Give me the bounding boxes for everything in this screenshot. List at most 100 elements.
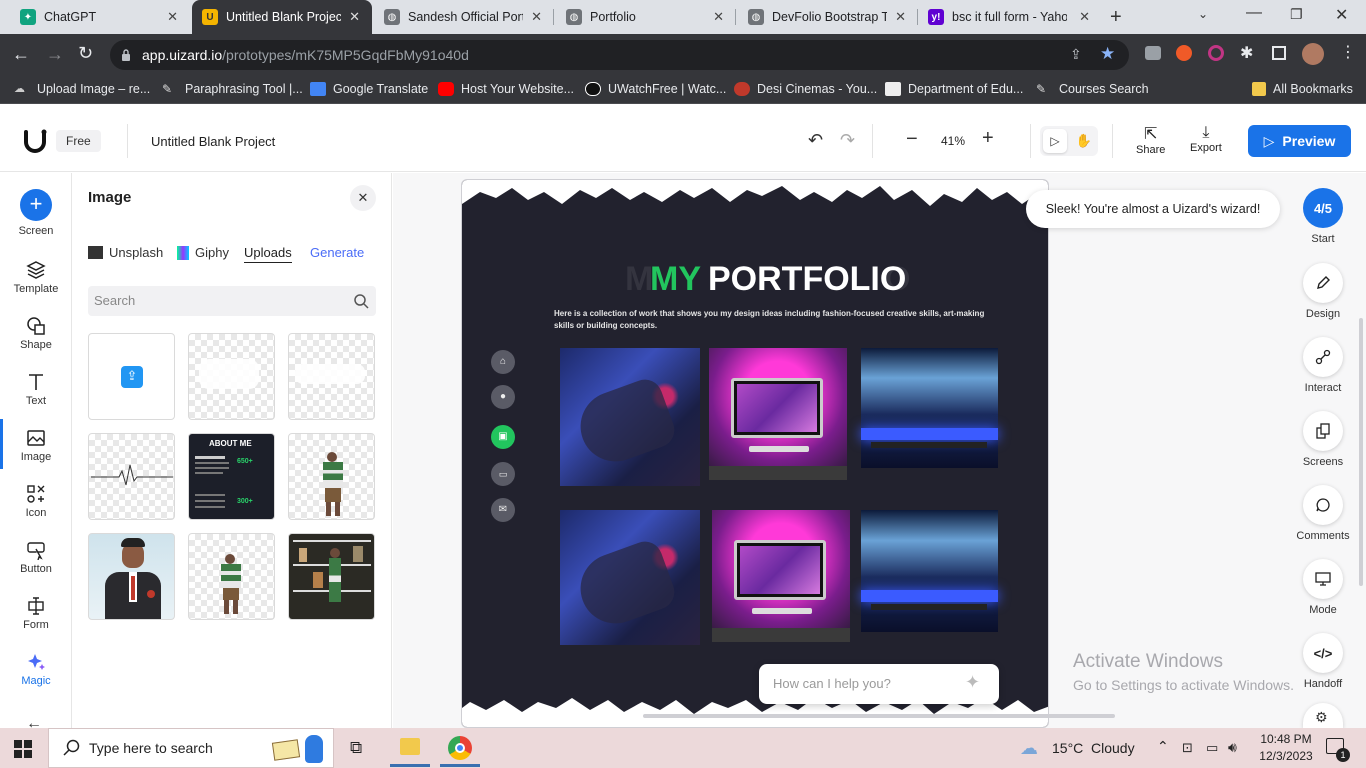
profile-avatar[interactable] — [1302, 43, 1324, 65]
vertical-scrollbar[interactable] — [1359, 318, 1363, 586]
speaker-icon[interactable]: 🔊︎ — [1228, 739, 1237, 756]
bookmark-star-icon[interactable]: ★ — [1100, 44, 1115, 64]
instagram-extension-icon[interactable] — [1208, 45, 1224, 61]
rail-shape[interactable]: Shape — [0, 316, 72, 351]
rail-button[interactable]: Button — [0, 540, 72, 575]
title-portfolio[interactable]: PORTFOLIO — [708, 260, 906, 299]
design-canvas[interactable]: M O MY PORTFOLIO Here is a collection of… — [393, 173, 1366, 728]
windows-start-icon[interactable] — [14, 740, 32, 763]
rail-screen[interactable]: + Screen — [0, 189, 72, 237]
rail-icon[interactable]: Icon — [0, 484, 72, 519]
rail-design[interactable]: Design — [1293, 263, 1353, 320]
search-input[interactable]: Search — [88, 286, 376, 316]
bookmark-item[interactable]: Desi Cinemas - You... — [734, 82, 877, 96]
progress-start-button[interactable]: 4/5 Start — [1293, 188, 1353, 245]
address-bar[interactable]: app.uizard.io/prototypes/mK75MP5GqdFbMy9… — [110, 40, 1129, 70]
nav-message-icon[interactable]: ✉ — [491, 498, 515, 522]
task-view-icon[interactable]: ⧉ — [350, 738, 362, 758]
portfolio-screen-frame[interactable]: M O MY PORTFOLIO Here is a collection of… — [461, 179, 1049, 728]
portfolio-description[interactable]: Here is a collection of work that shows … — [554, 308, 994, 332]
chrome-taskbar-icon[interactable] — [448, 736, 472, 760]
portfolio-image-monitor[interactable] — [712, 510, 850, 642]
bookmark-item[interactable]: UWatchFree | Watc... — [585, 82, 726, 96]
tab-search-icon[interactable]: ⌄ — [1198, 7, 1208, 21]
forward-icon[interactable]: → — [46, 44, 64, 65]
rail-handoff[interactable]: </> Handoff — [1293, 633, 1353, 690]
tab-uploads[interactable]: Uploads — [244, 245, 292, 263]
chrome-menu-icon[interactable]: ⋮ — [1340, 42, 1356, 62]
image-thumbnail[interactable] — [188, 333, 275, 420]
tab-yahoo[interactable]: y! bsc it full form - Yaho ✕ — [920, 0, 1102, 34]
clock[interactable]: 10:48 PM 12/3/2023 — [1256, 732, 1316, 763]
share-button[interactable]: ⇱ Share — [1136, 124, 1165, 156]
rail-interact[interactable]: Interact — [1293, 337, 1353, 394]
pointer-icon[interactable]: ▷ — [1043, 129, 1067, 153]
uizard-logo-icon[interactable] — [22, 128, 48, 159]
project-title[interactable]: Untitled Blank Project — [151, 134, 275, 149]
close-tab-icon[interactable]: ✕ — [1079, 9, 1090, 25]
all-bookmarks[interactable]: All Bookmarks — [1252, 82, 1353, 96]
weather-cloud-icon[interactable]: ☁ — [1020, 738, 1038, 759]
portfolio-image-dual-monitor[interactable] — [861, 348, 998, 468]
settings-gear-partial[interactable]: ⚙ — [1303, 703, 1343, 728]
upload-tile[interactable]: ⇪ — [88, 333, 175, 420]
camera-extension-icon[interactable] — [1145, 46, 1161, 60]
horizontal-scrollbar[interactable] — [643, 714, 1115, 718]
tab-chatgpt[interactable]: ✦ ChatGPT ✕ — [0, 0, 190, 34]
redo-icon[interactable]: ↷ — [840, 130, 855, 151]
bookmark-item[interactable]: ✎ Courses Search — [1036, 82, 1149, 96]
hand-icon[interactable]: ✋ — [1072, 129, 1096, 153]
zoom-in-icon[interactable]: + — [982, 127, 994, 150]
image-thumbnail[interactable] — [88, 433, 175, 520]
tab-portfolio[interactable]: ◍ Portfolio ✕ — [556, 0, 736, 34]
rail-form[interactable]: Form — [0, 596, 72, 631]
person-cutout-thumbnail[interactable] — [188, 533, 275, 620]
nav-user-icon[interactable]: ● — [491, 385, 515, 409]
close-tab-icon[interactable]: ✕ — [531, 9, 542, 25]
extensions-puzzle-icon[interactable]: ✱ — [1240, 43, 1253, 63]
image-thumbnail[interactable] — [288, 333, 375, 420]
rail-template[interactable]: Template — [0, 260, 72, 295]
tray-chevron-icon[interactable]: ⌃ — [1157, 738, 1169, 755]
bookmark-item[interactable]: Host Your Website... — [438, 82, 574, 96]
shelf-photo-thumbnail[interactable] — [288, 533, 375, 620]
file-explorer-icon[interactable] — [400, 738, 420, 755]
bookmark-item[interactable]: ✎ Paraphrasing Tool |... — [162, 82, 303, 96]
tab-sandesh[interactable]: ◍ Sandesh Official Portf ✕ — [374, 0, 554, 34]
close-tab-icon[interactable]: ✕ — [713, 9, 724, 25]
nav-home-icon[interactable]: ⌂ — [491, 350, 515, 374]
ai-chat-input[interactable]: How can I help you? ✦ — [759, 664, 999, 704]
new-tab-icon[interactable]: + — [1110, 6, 1122, 29]
portfolio-image-monitor[interactable] — [709, 348, 847, 480]
tab-devfolio[interactable]: ◍ DevFolio Bootstrap Te ✕ — [738, 0, 918, 34]
close-window-icon[interactable]: ✕ — [1335, 5, 1348, 25]
close-tab-icon[interactable]: ✕ — [167, 9, 178, 25]
share-page-icon[interactable]: ⇪ — [1070, 46, 1082, 63]
rail-image[interactable]: Image — [0, 428, 72, 463]
preview-button[interactable]: ▷ Preview — [1248, 125, 1351, 157]
tab-generate[interactable]: Generate — [310, 245, 364, 260]
tab-giphy[interactable]: Giphy — [177, 245, 229, 260]
rail-mode[interactable]: Mode — [1293, 559, 1353, 616]
portrait-thumbnail[interactable] — [88, 533, 175, 620]
tab-uizard[interactable]: U Untitled Blank Project ✕ — [192, 0, 372, 34]
portfolio-image-keyboard[interactable] — [560, 510, 700, 645]
rail-magic[interactable]: Magic — [0, 652, 72, 687]
rail-comments[interactable]: Comments — [1293, 485, 1353, 542]
close-panel-icon[interactable]: ✕ — [350, 185, 376, 211]
person-cutout-thumbnail[interactable] — [288, 433, 375, 520]
bookmark-item[interactable]: Google Translate — [310, 82, 428, 96]
bookmark-item[interactable]: Department of Edu... — [885, 82, 1023, 96]
close-tab-icon[interactable]: ✕ — [349, 9, 360, 25]
undo-icon[interactable]: ↶ — [808, 130, 823, 151]
back-icon[interactable]: ← — [12, 44, 30, 65]
weather-desc[interactable]: Cloudy — [1091, 740, 1135, 756]
sparkle-icon[interactable]: ✦ — [965, 672, 980, 693]
rail-screens[interactable]: Screens — [1293, 411, 1353, 468]
zoom-level[interactable]: 41% — [941, 134, 965, 148]
side-panel-icon[interactable] — [1272, 46, 1286, 60]
weather-temp[interactable]: 15°C — [1052, 740, 1083, 756]
meet-now-icon[interactable]: ⊡ — [1182, 740, 1193, 756]
nav-briefcase-icon[interactable]: ▣ — [491, 425, 515, 449]
tab-unsplash[interactable]: Unsplash — [88, 245, 163, 260]
